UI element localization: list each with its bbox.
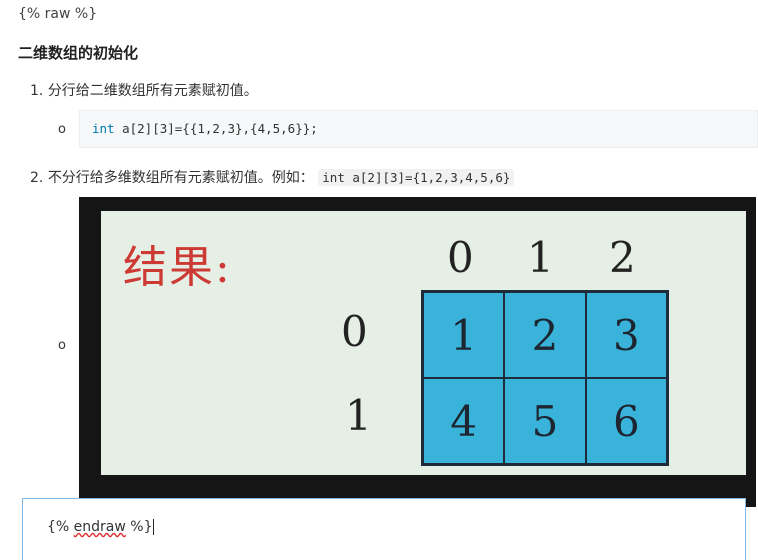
array-cell: 6 [585,378,667,464]
inline-code: int a[2][3]={1,2,3,4,5,6} [318,169,515,186]
text-caret [152,519,154,535]
text-editor[interactable]: {% endraw %} [22,498,746,560]
list-marker-2: 2. [30,170,44,186]
result-label: 结果: [123,242,232,293]
row-header-0: 0 [341,307,368,356]
raw-close-suffix: %} [125,519,153,535]
col-header-2: 2 [609,233,636,282]
list-item-2: 2. 不分行给多维数组所有元素赋初值。例如： int a[2][3]={1,2,… [30,167,515,187]
array-cell: 5 [504,378,586,464]
list-item-1-text: 分行给二维数组所有元素赋初值。 [47,83,258,99]
raw-open-tag: {% raw %} [18,6,98,22]
array-cell: 4 [423,378,505,464]
array-cell: 2 [504,292,586,378]
array-grid: 1 2 3 4 5 6 [421,290,669,466]
raw-close-tag[interactable]: {% endraw %} [47,519,154,535]
list-item-2-text: 不分行给多维数组所有元素赋初值。例如： [47,170,314,186]
list-marker-1: 1. [30,83,44,99]
blackboard-image: 结果: 0 1 2 0 1 1 2 3 4 5 6 [79,197,756,507]
col-header-0: 0 [447,233,474,282]
raw-close-prefix: {% [47,519,74,535]
code-block: int a[2][3]={{1,2,3},{4,5,6}}; [79,110,758,148]
col-header-1: 1 [527,233,554,282]
code-keyword: int [92,121,115,136]
bullet-icon: o [58,122,66,137]
board-surface: 结果: 0 1 2 0 1 1 2 3 4 5 6 [101,211,746,475]
array-cell: 1 [423,292,505,378]
code-text: a[2][3]={{1,2,3},{4,5,6}}; [114,121,318,136]
list-item-1: 1. 分行给二维数组所有元素赋初值。 [30,80,258,100]
array-cell: 3 [585,292,667,378]
spellcheck-word: endraw [73,519,126,535]
section-heading: 二维数组的初始化 [18,44,139,62]
row-header-1: 1 [345,391,372,440]
bullet-icon: o [58,338,66,353]
